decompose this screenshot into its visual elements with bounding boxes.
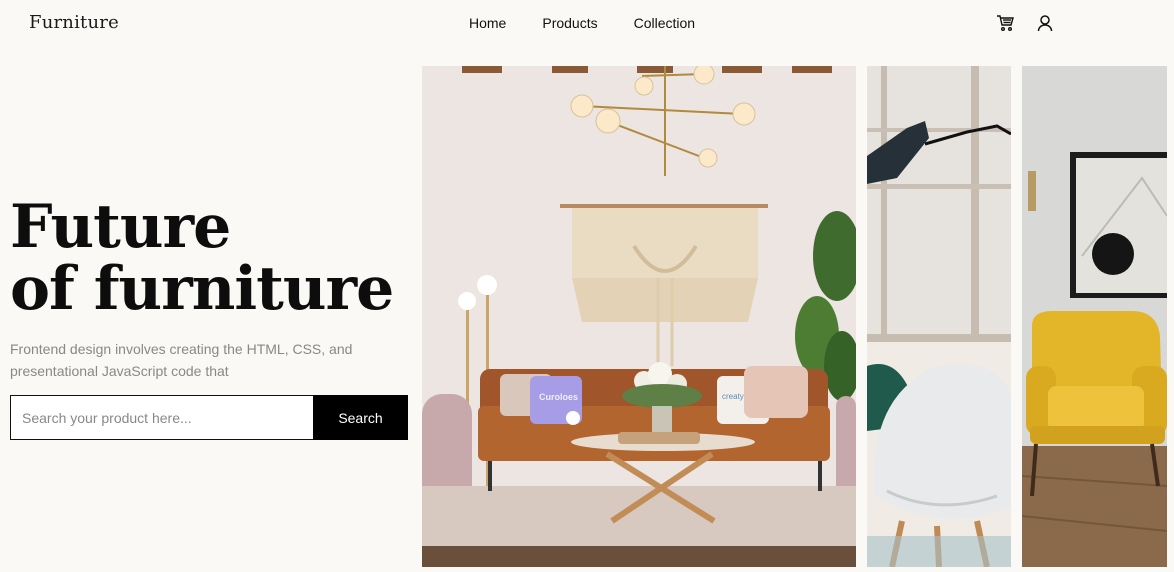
user-icon[interactable] xyxy=(1036,14,1054,32)
main-nav: Home Products Collection xyxy=(469,15,695,31)
pillow-text-left: Curoloes xyxy=(539,392,578,402)
header-icons xyxy=(996,14,1054,32)
hero-title: Future of furniture xyxy=(10,196,394,320)
nav-products-link[interactable]: Products xyxy=(542,15,597,31)
site-header: Furniture Home Products Collection xyxy=(0,0,1174,46)
hero-title-line1: Future xyxy=(10,192,231,262)
hero-description: Frontend design involves creating the HT… xyxy=(10,341,353,379)
cart-icon[interactable] xyxy=(996,14,1014,32)
search-button[interactable]: Search xyxy=(313,395,408,440)
hero-title-line2: of furniture xyxy=(10,254,394,324)
white-chair-lamp-image[interactable] xyxy=(867,66,1011,567)
nav-home-link[interactable]: Home xyxy=(469,15,506,31)
yellow-armchair-image[interactable] xyxy=(1022,66,1167,567)
logo[interactable]: Furniture xyxy=(29,12,119,33)
search-input[interactable] xyxy=(10,395,313,440)
nav-collection-link[interactable]: Collection xyxy=(634,15,695,31)
living-room-sofa-image[interactable]: Curoloes creatyoskin xyxy=(422,66,856,567)
search-form: Search xyxy=(10,395,408,440)
